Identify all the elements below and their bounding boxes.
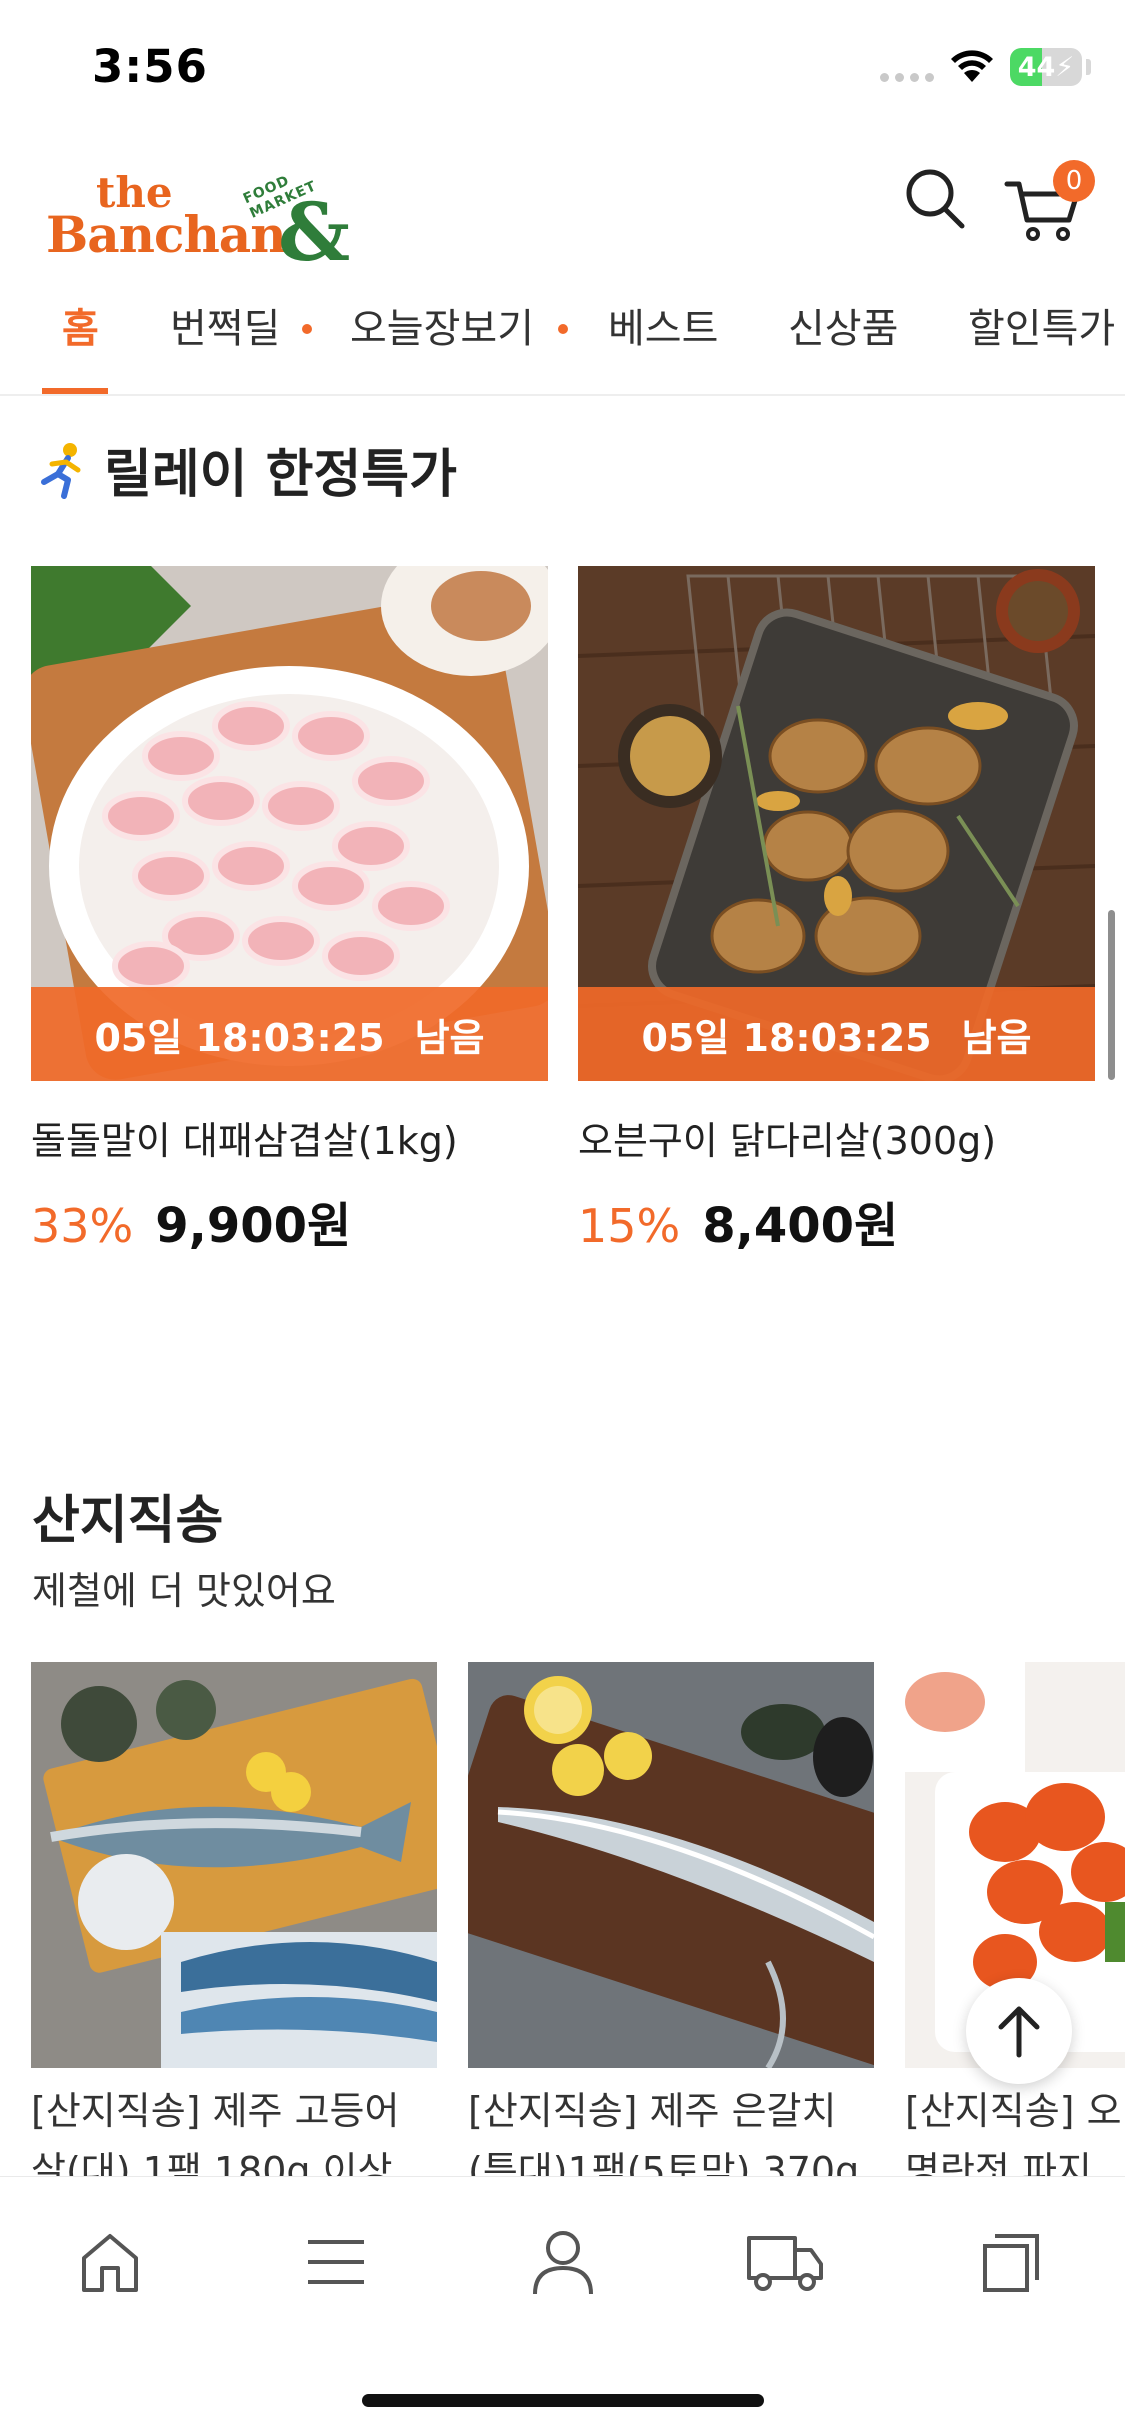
banchan-logo[interactable]: the Banchan & FOOD MARKET	[46, 152, 366, 273]
price-row: 33% 9,900원	[31, 1186, 351, 1256]
home-indicator	[362, 2394, 764, 2407]
active-tab-indicator	[42, 388, 108, 394]
search-icon[interactable]	[903, 164, 967, 234]
countdown-timer: 05일 18:03:25 남음	[31, 987, 548, 1081]
running-person-icon	[41, 442, 81, 499]
product-image-hairtail[interactable]	[468, 1662, 874, 2068]
product-name[interactable]: [산지직송] 오	[905, 2082, 1125, 2144]
status-time: 3:56	[92, 40, 208, 93]
product-image-chicken[interactable]: 05일 18:03:25 남음	[578, 566, 1095, 1081]
timer-value: 05일 18:03:25	[641, 1015, 932, 1060]
sale-price: 8,400원	[702, 1198, 899, 1254]
product-image-pork[interactable]: 05일 18:03:25 남음	[31, 566, 548, 1081]
tab-home[interactable]: 홈	[62, 296, 99, 394]
discount-rate: 15%	[578, 1199, 681, 1253]
product-name[interactable]: [산지직송] 제주 은갈치	[468, 2082, 874, 2144]
relay-section-title: 릴레이 한정특가	[32, 432, 457, 507]
direct-product-card[interactable]: [산지직송] 제주 은갈치 (특대)1팩(5토막) 370g	[468, 1662, 874, 2176]
user-icon	[533, 2231, 593, 2295]
recent-items-icon	[983, 2234, 1039, 2292]
discount-rate: 33%	[31, 1199, 134, 1253]
new-dot	[302, 324, 312, 334]
home-icon	[82, 2234, 138, 2292]
product-name-line2[interactable]: (특대)1팩(5토막) 370g	[468, 2142, 874, 2176]
tab-discount[interactable]: 할인특가	[968, 296, 1116, 394]
cart-count-badge: 0	[1053, 160, 1095, 202]
mackerel-photo	[31, 1662, 437, 2068]
tab-best[interactable]: 베스트	[608, 296, 719, 394]
tab-label: 할인특가	[968, 306, 1116, 352]
new-dot	[558, 324, 568, 334]
timer-suffix: 남음	[961, 1015, 1032, 1060]
tab-label: 홈	[62, 306, 99, 352]
tab-new-products[interactable]: 신상품	[788, 296, 899, 394]
arrow-up-icon	[998, 2006, 1040, 2058]
logo-banchan: Banchan	[46, 205, 287, 264]
scroll-to-top-button[interactable]	[966, 1978, 1072, 2084]
price-row: 15% 8,400원	[578, 1186, 898, 1256]
hairtail-photo	[468, 1662, 874, 2068]
timer-value: 05일 18:03:25	[94, 1015, 385, 1060]
battery-cap	[1086, 59, 1091, 75]
nav-menu[interactable]	[291, 2217, 381, 2307]
battery-icon: 44 ⚡	[1010, 48, 1082, 86]
cellular-signal-icon	[880, 73, 934, 82]
tab-label: 베스트	[608, 306, 719, 352]
product-name-line2[interactable]: 명란젓 파지	[905, 2142, 1125, 2176]
tab-today-shopping[interactable]: 오늘장보기	[350, 296, 568, 394]
product-image-mackerel[interactable]	[31, 1662, 437, 2068]
app-header: the Banchan & FOOD MARKET 0	[0, 132, 1125, 272]
direct-section-title: 산지직송	[32, 1491, 224, 1551]
nav-my-page[interactable]	[518, 2217, 608, 2307]
tab-label: 번쩍딜	[170, 306, 281, 352]
direct-product-card[interactable]: [산지직송] 오 명란젓 파지	[905, 1662, 1125, 2176]
category-tabs: 홈 번쩍딜 오늘장보기 베스트 신상품 할인특가	[0, 272, 1125, 396]
sale-price: 9,900원	[155, 1198, 352, 1254]
product-name[interactable]: [산지직송] 제주 고등어	[31, 2082, 437, 2144]
countdown-timer: 05일 18:03:25 남음	[578, 987, 1095, 1081]
relay-product-card[interactable]: 05일 18:03:25 남음 오븐구이 닭다리살(300g) 15% 8,40…	[578, 566, 1095, 1266]
tab-label: 오늘장보기	[350, 306, 534, 352]
battery-percent: 44	[1017, 51, 1056, 83]
menu-icon	[308, 2240, 364, 2284]
tab-flash-deal[interactable]: 번쩍딜	[170, 296, 312, 394]
relay-product-card[interactable]: 05일 18:03:25 남음 돌돌말이 대패삼겹살(1kg) 33% 9,90…	[31, 566, 548, 1266]
nav-home[interactable]	[65, 2217, 155, 2307]
wifi-icon	[951, 50, 993, 82]
product-name-line2[interactable]: 살(대) 1팩 180g 이상	[31, 2142, 437, 2176]
nav-delivery[interactable]	[740, 2217, 830, 2307]
tab-label: 신상품	[788, 306, 899, 352]
section-title-text: 릴레이 한정특가	[104, 445, 457, 505]
status-bar: 3:56 44 ⚡	[0, 0, 1125, 132]
direct-section-subtitle: 제철에 더 맛있어요	[32, 1569, 336, 1613]
direct-product-card[interactable]: [산지직송] 제주 고등어 살(대) 1팩 180g 이상	[31, 1662, 437, 2176]
product-name[interactable]: 돌돌말이 대패삼겹살(1kg)	[31, 1110, 458, 1165]
scroll-indicator[interactable]	[1108, 910, 1115, 1080]
timer-suffix: 남음	[414, 1015, 485, 1060]
product-name[interactable]: 오븐구이 닭다리살(300g)	[578, 1110, 996, 1165]
nav-recent[interactable]	[966, 2217, 1056, 2307]
cart-button[interactable]: 0	[1003, 160, 1095, 241]
delivery-truck-icon	[747, 2236, 823, 2291]
